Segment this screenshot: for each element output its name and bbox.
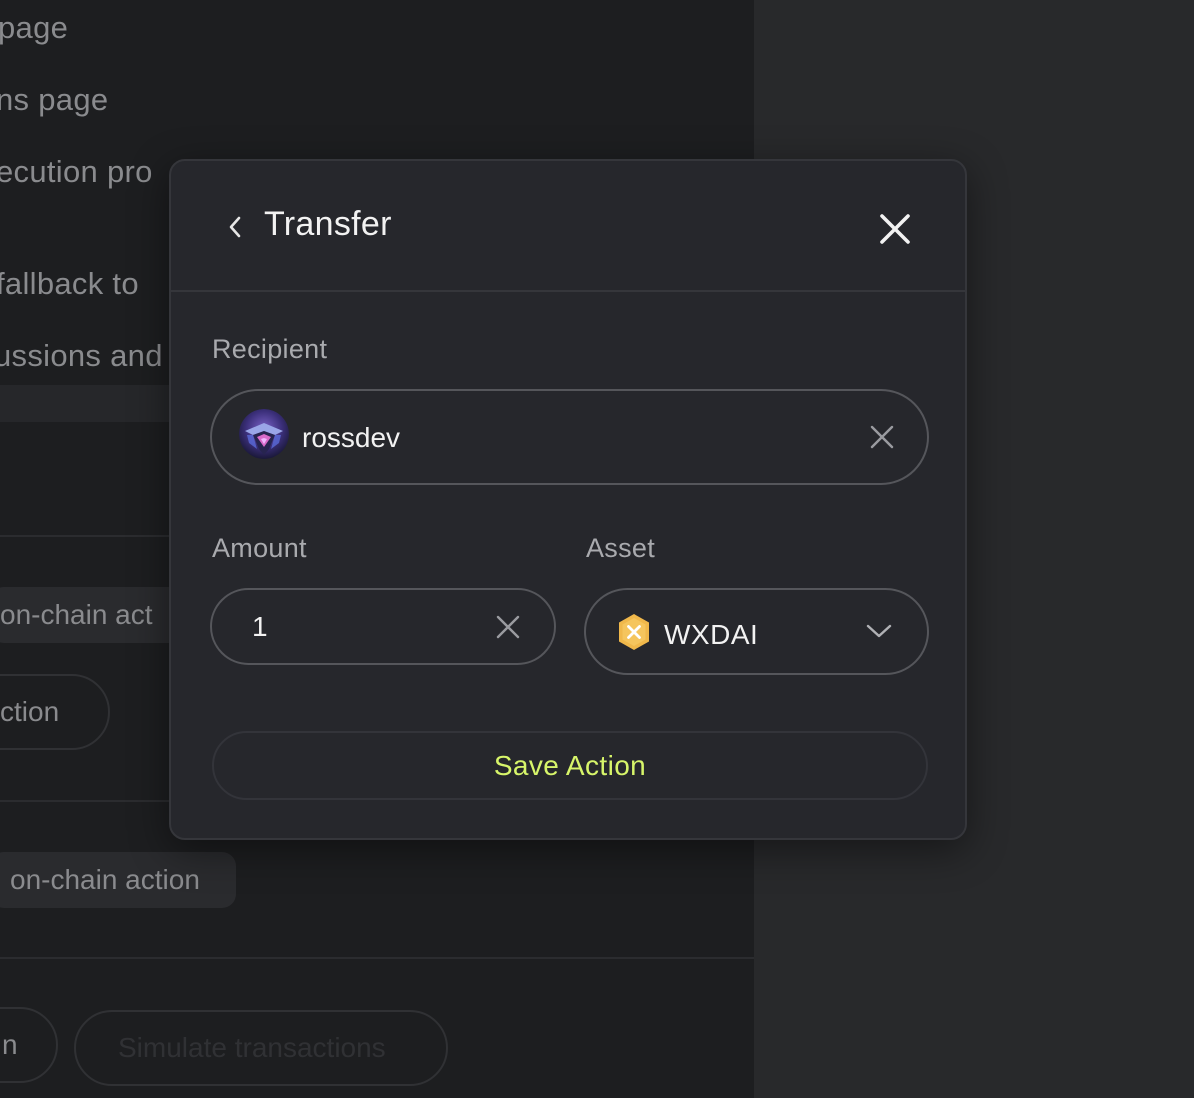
recipient-field[interactable]: rossdev bbox=[210, 389, 929, 485]
bg-chip-on-chain[interactable]: on-chain act bbox=[0, 587, 190, 643]
save-action-button[interactable]: Save Action bbox=[212, 731, 928, 800]
chevron-left-icon bbox=[229, 216, 241, 238]
bg-line: fallback to bbox=[0, 266, 139, 301]
bg-chip-on-chain-action[interactable]: on-chain action bbox=[0, 852, 236, 908]
close-icon bbox=[880, 214, 910, 244]
asset-label: Asset bbox=[586, 533, 656, 563]
chevron-down-icon bbox=[866, 624, 892, 638]
bg-line: ecution pro bbox=[0, 154, 153, 189]
asset-value: WXDAI bbox=[664, 619, 759, 650]
amount-clear-button[interactable] bbox=[492, 611, 524, 643]
simulate-transactions-button[interactable]: Simulate transactions bbox=[74, 1010, 448, 1086]
transfer-modal: Transfer Recipient rossdev Amount 1 Asse… bbox=[169, 159, 967, 840]
clear-icon bbox=[870, 425, 894, 449]
recipient-clear-button[interactable] bbox=[866, 421, 898, 453]
back-button[interactable] bbox=[215, 207, 255, 247]
amount-input[interactable] bbox=[252, 610, 472, 644]
recipient-label: Recipient bbox=[212, 334, 328, 364]
amount-label: Amount bbox=[212, 533, 307, 563]
bg-pill-action[interactable]: ction bbox=[0, 674, 110, 750]
bg-line: page bbox=[0, 10, 69, 45]
modal-title: Transfer bbox=[264, 205, 392, 243]
asset-select[interactable]: WXDAI bbox=[584, 588, 929, 675]
bg-divider bbox=[0, 957, 754, 959]
bg-line: ussions and bbox=[0, 338, 163, 373]
close-button[interactable] bbox=[871, 205, 919, 253]
avatar bbox=[239, 409, 289, 459]
bg-line: ns page bbox=[0, 82, 109, 117]
clear-icon bbox=[496, 615, 520, 639]
wxdai-token-icon bbox=[619, 614, 649, 650]
modal-header: Transfer bbox=[171, 161, 965, 292]
recipient-name: rossdev bbox=[302, 422, 401, 453]
bg-pill-n[interactable]: n bbox=[0, 1007, 58, 1083]
amount-field[interactable] bbox=[210, 588, 556, 665]
